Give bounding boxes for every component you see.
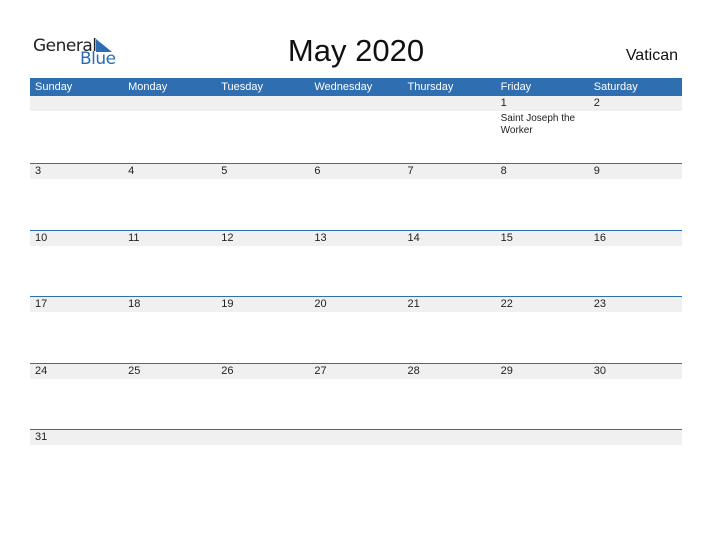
day-cell[interactable] — [123, 96, 216, 111]
day-cell[interactable] — [403, 96, 496, 111]
day-cell[interactable]: 5 — [216, 164, 309, 179]
date-strip: 1 Saint Joseph the Worker 2 — [30, 96, 682, 136]
weekday-sunday: Sunday — [35, 81, 73, 93]
weekday-thursday: Thursday — [407, 81, 454, 93]
day-cell[interactable]: 4 — [123, 164, 216, 179]
day-cell[interactable] — [496, 430, 589, 445]
weekday-wednesday: Wednesday — [314, 81, 373, 93]
day-cell[interactable]: 6 — [309, 164, 402, 179]
day-cell[interactable]: 17 — [30, 297, 123, 312]
day-cell[interactable]: 26 — [216, 364, 309, 379]
date-strip: 24 25 26 27 28 29 30 — [30, 363, 682, 379]
weekday-monday: Monday — [128, 81, 168, 93]
day-cell[interactable]: 28 — [403, 364, 496, 379]
weekday-tuesday: Tuesday — [221, 81, 264, 93]
day-cell[interactable]: 9 — [589, 164, 682, 179]
week-row: 3456789 — [30, 163, 682, 230]
day-cell[interactable] — [403, 430, 496, 445]
week-row: 17 18 19 20 21 22 23 — [30, 296, 682, 363]
day-cell[interactable]: 16 — [589, 231, 682, 246]
week-row: 31 — [30, 429, 682, 496]
day-cell[interactable]: 15 — [496, 231, 589, 246]
day-cell[interactable]: 12 — [216, 231, 309, 246]
week-row: 10 11 12 13 14 15 16 — [30, 229, 682, 297]
calendar-title: May 2020 — [287, 33, 425, 68]
day-cell[interactable]: 24 — [30, 364, 123, 379]
day-cell[interactable] — [30, 96, 123, 111]
day-cell[interactable]: 20 — [309, 297, 402, 312]
day-cell[interactable]: 25 — [123, 364, 216, 379]
calendar-grid: Sunday Monday Tuesday Wednesday Thursday Frid… — [30, 78, 682, 496]
day-cell[interactable]: 10 — [30, 231, 123, 246]
date-strip: 10 11 12 13 14 15 16 — [30, 230, 682, 246]
day-cell[interactable]: 31 — [30, 430, 123, 445]
date-strip: 31 — [30, 430, 682, 445]
date-strip: 3456789 — [30, 164, 682, 179]
day-cell[interactable] — [589, 430, 682, 445]
weekday-saturday: Saturday — [593, 81, 638, 93]
day-cell[interactable]: 23 — [589, 297, 682, 312]
day-cell[interactable] — [309, 430, 402, 445]
day-cell[interactable] — [216, 430, 309, 445]
day-cell[interactable]: 29 — [496, 364, 589, 379]
day-cell[interactable]: 22 — [496, 297, 589, 312]
day-cell[interactable]: 8 — [496, 164, 589, 179]
date-strip: 17 18 19 20 21 22 23 — [30, 297, 682, 312]
country-label: Vatican — [625, 47, 678, 64]
day-cell[interactable]: 7 — [403, 164, 496, 179]
day-cell[interactable]: 30 — [589, 364, 682, 379]
day-cell[interactable]: 13 — [309, 231, 402, 246]
day-cell[interactable] — [216, 96, 309, 111]
day-cell[interactable]: 14 — [403, 231, 496, 246]
week-row: 24 25 26 27 28 29 30 — [30, 362, 682, 430]
day-cell[interactable] — [123, 430, 216, 445]
day-cell[interactable]: 27 — [309, 364, 402, 379]
day-cell[interactable]: 11 — [123, 231, 216, 246]
week-row: 1 Saint Joseph the Worker 2 — [30, 96, 682, 163]
day-cell[interactable]: 18 — [123, 297, 216, 312]
day-cell[interactable]: 3 — [30, 164, 123, 179]
day-cell[interactable]: 21 — [403, 297, 496, 312]
weekday-header: Sunday Monday Tuesday Wednesday Thursday Frid… — [30, 78, 682, 96]
weekday-friday: Friday — [500, 81, 532, 93]
day-cell[interactable]: 19 — [216, 297, 309, 312]
day-cell[interactable] — [309, 96, 402, 111]
holiday-event: Saint Joseph the Worker — [500, 113, 576, 136]
day-cell[interactable]: 2 — [589, 96, 682, 111]
day-cell[interactable]: 1 Saint Joseph the Worker — [496, 96, 589, 136]
